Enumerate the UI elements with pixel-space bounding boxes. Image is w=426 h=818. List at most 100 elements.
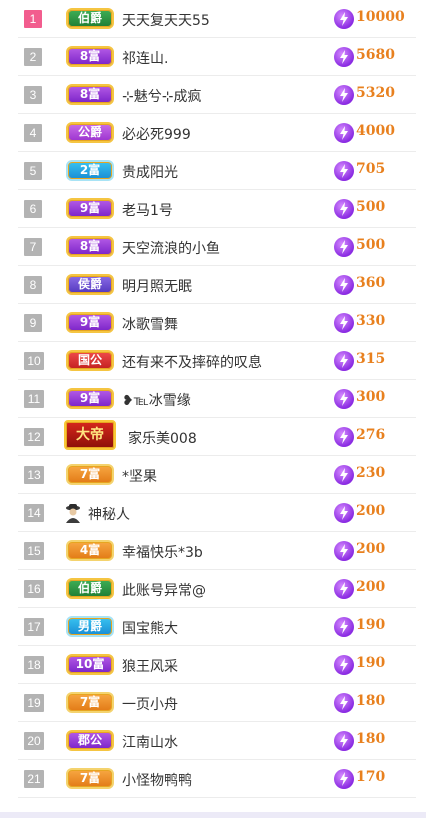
score-value: 360 [356, 275, 386, 291]
rank-badge: 8富 [66, 46, 114, 67]
score-value: 705 [356, 161, 386, 177]
ranking-list: 1 伯爵 天天复天天55 10000 2 8富 祁连山. 5680 3 8富 ⊹魅兮⊹成疯 5320 4… [0, 0, 426, 798]
lightning-icon [334, 237, 354, 257]
user-name[interactable]: 还有来不及摔碎的叹息 [122, 352, 262, 372]
lightning-icon [334, 161, 354, 181]
score-value: 230 [356, 465, 386, 481]
lightning-icon [334, 693, 354, 713]
ranking-row[interactable]: 17 男爵 国宝熊大 190 [18, 608, 416, 646]
ranking-row[interactable]: 21 7富 小怪物鸭鸭 170 [18, 760, 416, 798]
rank-badge: 伯爵 [66, 578, 114, 599]
ranking-row[interactable]: 9 9富 冰歌雪舞 330 [18, 304, 416, 342]
rank-number: 16 [24, 580, 44, 598]
rank-number: 6 [24, 200, 42, 218]
user-name[interactable]: ❥℡冰雪缘 [122, 390, 191, 410]
user-name[interactable]: *坚果 [122, 466, 157, 486]
lightning-icon [334, 655, 354, 675]
ranking-row[interactable]: 20 郡公 江南山水 180 [18, 722, 416, 760]
ranking-row[interactable]: 3 8富 ⊹魅兮⊹成疯 5320 [18, 76, 416, 114]
ranking-row[interactable]: 13 7富 *坚果 230 [18, 456, 416, 494]
ranking-row[interactable]: 1 伯爵 天天复天天55 10000 [18, 0, 416, 38]
ranking-row[interactable]: 12 大帝 家乐美008 276 [18, 418, 416, 456]
rank-number: 15 [24, 542, 44, 560]
lightning-icon [334, 541, 354, 561]
score-value: 276 [356, 427, 386, 443]
rank-badge: 4富 [66, 540, 114, 561]
rank-badge: 9富 [66, 388, 114, 409]
rank-number: 1 [24, 10, 42, 28]
rank-badge: 2富 [66, 160, 114, 181]
user-name[interactable]: 一页小舟 [122, 694, 178, 714]
user-name[interactable]: 神秘人 [88, 504, 130, 524]
ranking-row[interactable]: 14 神秘人 200 [18, 494, 416, 532]
rank-number: 20 [24, 732, 44, 750]
ranking-row[interactable]: 5 2富 贵成阳光 705 [18, 152, 416, 190]
lightning-icon [334, 123, 354, 143]
rank-number: 17 [24, 618, 44, 636]
lightning-icon [334, 275, 354, 295]
score-value: 10000 [356, 9, 405, 25]
user-name[interactable]: 天天复天天55 [122, 10, 210, 30]
lightning-icon [334, 503, 354, 523]
user-name[interactable]: 天空流浪的小鱼 [122, 238, 220, 258]
user-name[interactable]: 必必死999 [122, 124, 191, 144]
lightning-icon [334, 731, 354, 751]
lightning-icon [334, 617, 354, 637]
rank-number: 3 [24, 86, 42, 104]
rank-badge: 郡公 [66, 730, 114, 751]
rank-number: 21 [24, 770, 44, 788]
lightning-icon [334, 465, 354, 485]
ranking-row[interactable]: 6 9富 老马1号 500 [18, 190, 416, 228]
ranking-row[interactable]: 15 4富 幸福快乐*3b 200 [18, 532, 416, 570]
lightning-icon [334, 313, 354, 333]
ranking-row[interactable]: 10 国公 还有来不及摔碎的叹息 315 [18, 342, 416, 380]
user-name[interactable]: 幸福快乐*3b [122, 542, 203, 562]
lightning-icon [334, 351, 354, 371]
user-name[interactable]: 老马1号 [122, 200, 173, 220]
ranking-row[interactable]: 11 9富 ❥℡冰雪缘 300 [18, 380, 416, 418]
rank-number: 7 [24, 238, 42, 256]
user-name[interactable]: 贵成阳光 [122, 162, 178, 182]
mystery-user-icon [64, 503, 82, 523]
score-value: 200 [356, 503, 386, 519]
ranking-row[interactable]: 16 伯爵 此账号异常@ 200 [18, 570, 416, 608]
bottom-bar [0, 812, 426, 818]
user-name[interactable]: 明月照无眠 [122, 276, 192, 296]
ranking-row[interactable]: 7 8富 天空流浪的小鱼 500 [18, 228, 416, 266]
rank-badge: 男爵 [66, 616, 114, 637]
rank-badge: 10富 [66, 654, 114, 675]
rank-number: 10 [24, 352, 44, 370]
rank-number: 19 [24, 694, 44, 712]
rank-badge: 7富 [66, 768, 114, 789]
rank-badge: 侯爵 [66, 274, 114, 295]
rank-number: 12 [24, 428, 44, 446]
user-name[interactable]: 祁连山. [122, 48, 168, 68]
ranking-row[interactable]: 2 8富 祁连山. 5680 [18, 38, 416, 76]
rank-number: 4 [24, 124, 42, 142]
score-value: 4000 [356, 123, 395, 139]
score-value: 330 [356, 313, 386, 329]
rank-badge: 8富 [66, 84, 114, 105]
ranking-row[interactable]: 8 侯爵 明月照无眠 360 [18, 266, 416, 304]
rank-badge: 9富 [66, 312, 114, 333]
lightning-icon [334, 85, 354, 105]
user-name[interactable]: ⊹魅兮⊹成疯 [122, 86, 201, 106]
rank-number: 13 [24, 466, 44, 484]
user-name[interactable]: 家乐美008 [128, 428, 197, 448]
score-value: 180 [356, 693, 386, 709]
ranking-row[interactable]: 19 7富 一页小舟 180 [18, 684, 416, 722]
user-name[interactable]: 江南山水 [122, 732, 178, 752]
user-name[interactable]: 狼王风采 [122, 656, 178, 676]
rank-badge: 8富 [66, 236, 114, 257]
rank-number: 9 [24, 314, 42, 332]
score-value: 500 [356, 199, 386, 215]
ranking-row[interactable]: 4 公爵 必必死999 4000 [18, 114, 416, 152]
score-value: 190 [356, 617, 386, 633]
user-name[interactable]: 冰歌雪舞 [122, 314, 178, 334]
user-name[interactable]: 国宝熊大 [122, 618, 178, 638]
lightning-icon [334, 769, 354, 789]
user-name[interactable]: 此账号异常@ [122, 580, 206, 600]
ranking-row[interactable]: 18 10富 狼王风采 190 [18, 646, 416, 684]
rank-number: 18 [24, 656, 44, 674]
user-name[interactable]: 小怪物鸭鸭 [122, 770, 192, 790]
